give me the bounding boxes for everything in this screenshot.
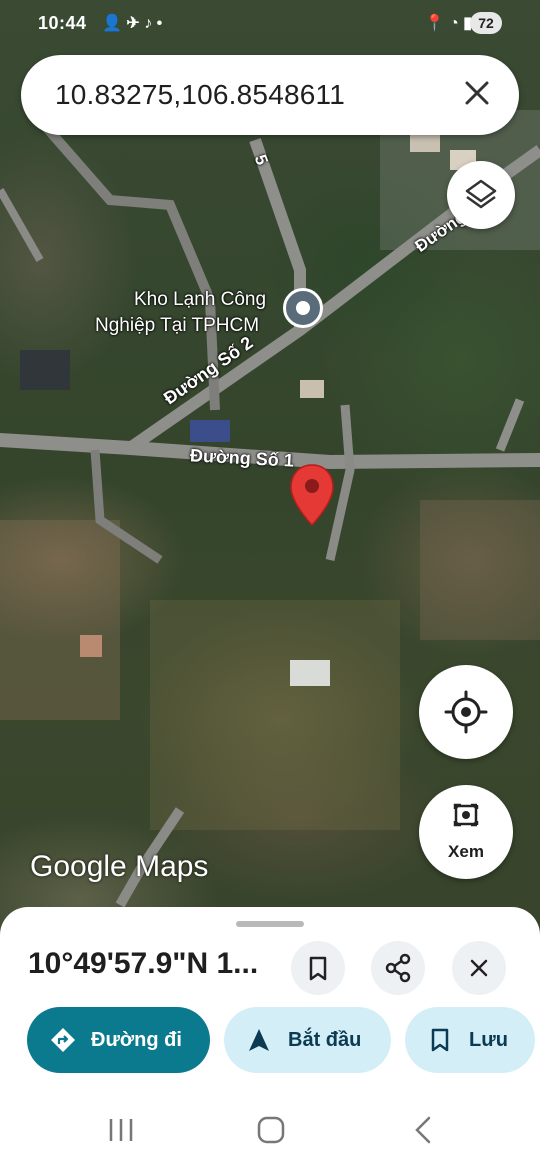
search-query[interactable]: 10.83275,106.8548611 [55, 79, 345, 111]
save-button[interactable]: Lưu [405, 1007, 535, 1073]
share-icon [385, 953, 411, 983]
drag-handle[interactable] [236, 921, 304, 927]
start-label: Bắt đầu [288, 1029, 362, 1051]
close-sheet-button[interactable] [452, 941, 506, 995]
bottom-sheet[interactable]: 10°49'57.9"N 1... Đường đi Bắt đầu Lưu [0, 907, 540, 1170]
recent-apps-icon[interactable] [106, 1117, 136, 1143]
layers-icon [465, 179, 497, 209]
system-icons: 📍 ◔ ▮ [424, 15, 472, 32]
camera-lens-icon [453, 803, 479, 827]
directions-icon [51, 1028, 75, 1052]
home-icon[interactable] [256, 1115, 286, 1145]
battery-icon: 72 [470, 12, 502, 34]
coordinates-title: 10°49'57.9"N 1... [28, 947, 259, 980]
location-pin-icon[interactable] [289, 463, 335, 527]
bookmark-button[interactable] [291, 941, 345, 995]
lens-button[interactable]: Xem [419, 785, 513, 879]
directions-button[interactable]: Đường đi [27, 1007, 210, 1073]
back-icon[interactable] [410, 1115, 436, 1145]
close-icon [470, 959, 488, 977]
save-label: Lưu [469, 1029, 508, 1051]
poi-label-line2[interactable]: Nghiệp Tại TPHCM [95, 315, 259, 337]
directions-label: Đường đi [91, 1029, 182, 1051]
layers-button[interactable] [447, 161, 515, 229]
start-button[interactable]: Bắt đầu [224, 1007, 391, 1073]
my-location-icon [444, 690, 488, 734]
notification-icons: 👤 ✈ ♪ • [102, 15, 163, 32]
poi-marker[interactable] [283, 288, 323, 328]
lens-label: Xem [448, 842, 484, 861]
poi-label-line1[interactable]: Kho Lạnh Công [134, 289, 266, 311]
bookmark-icon [431, 1028, 449, 1052]
search-bar[interactable]: 10.83275,106.8548611 [21, 55, 519, 135]
navigation-arrow-icon [249, 1029, 269, 1051]
status-time: 10:44 [38, 13, 87, 33]
system-nav-bar [0, 1107, 540, 1170]
close-icon[interactable] [457, 73, 497, 113]
bookmark-icon [309, 956, 327, 981]
my-location-button[interactable] [419, 665, 513, 759]
google-maps-logo: Google Maps [30, 850, 209, 883]
share-button[interactable] [371, 941, 425, 995]
status-bar: 10:44 👤 ✈ ♪ • 📍 ◔ ▮ 72 [0, 0, 540, 46]
